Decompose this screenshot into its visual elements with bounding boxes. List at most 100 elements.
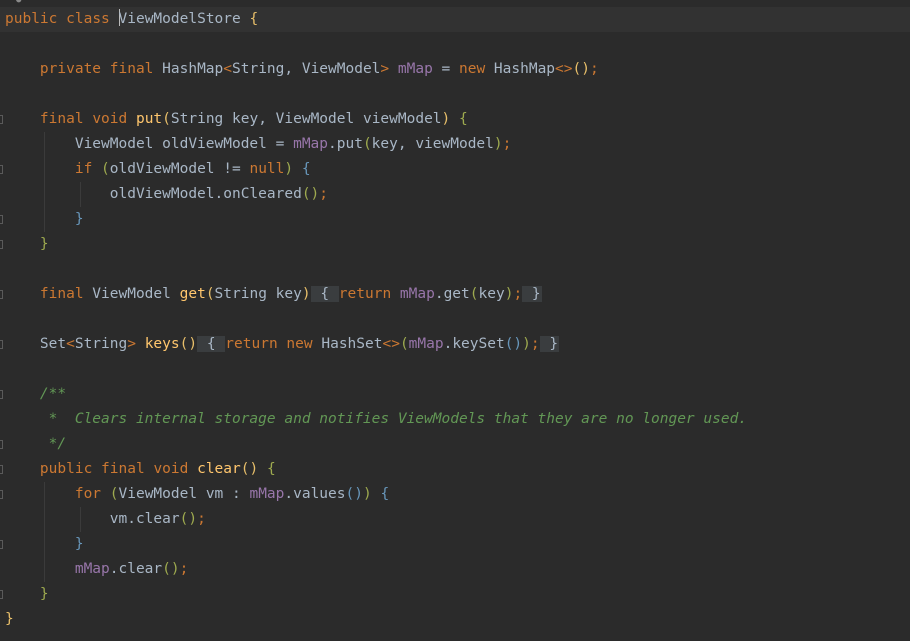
code-token: return [338, 286, 392, 302]
code-token: .clear [109, 561, 163, 577]
code-line[interactable]: final void put(String key, ViewModel vie… [5, 107, 468, 132]
fold-marker[interactable] [0, 490, 3, 499]
code-line[interactable]: ViewModel oldViewModel = mMap.put(key, v… [5, 132, 512, 157]
code-line[interactable]: Set<String> keys() { return new HashSet<… [5, 332, 560, 357]
code-line[interactable]: public final void clear() { [5, 457, 276, 482]
code-token: () [240, 461, 259, 477]
code-token: () [504, 336, 523, 352]
code-token: () [179, 511, 198, 527]
code-line[interactable]: } [5, 582, 49, 607]
code-token: < [223, 61, 232, 77]
code-token: final [109, 61, 154, 77]
code-token: clear [197, 461, 241, 477]
code-token: () [301, 186, 320, 202]
code-token: > [127, 336, 136, 352]
code-token: key [478, 286, 505, 302]
code-token: oldViewModel.onCleared [5, 186, 302, 202]
fold-marker[interactable] [0, 165, 3, 174]
folded-region[interactable]: { [197, 336, 226, 352]
code-token: Set [5, 336, 67, 352]
code-line[interactable]: for (ViewModel vm : mMap.values()) { [5, 482, 389, 507]
code-token: () [572, 61, 590, 77]
code-token: ; [589, 61, 599, 77]
code-line[interactable]: mMap.clear(); [5, 557, 189, 582]
code-token: ; [502, 136, 512, 152]
code-token: .values [284, 486, 346, 502]
code-token: ; [513, 286, 523, 302]
fold-marker[interactable] [0, 465, 3, 474]
lightbulb-icon[interactable]: ● [16, 0, 24, 5]
code-token: null [249, 161, 285, 177]
code-token: ; [530, 336, 540, 352]
code-token: { [266, 461, 276, 477]
code-token: String key [214, 286, 302, 302]
code-token: ) [301, 286, 311, 302]
code-token: { [249, 11, 259, 27]
code-token: key, viewModel [371, 136, 494, 152]
fold-marker[interactable] [0, 290, 3, 299]
code-token: () [162, 561, 180, 577]
code-token: ( [469, 286, 479, 302]
code-token: mMap [397, 61, 433, 77]
fold-marker[interactable] [0, 115, 3, 124]
code-token: mMap [249, 486, 285, 502]
code-token: mMap [293, 136, 329, 152]
code-token: HashMap [153, 61, 224, 77]
folded-region[interactable]: { [310, 286, 339, 302]
code-line[interactable]: public class ViewModelStore { [5, 7, 258, 32]
code-token: */ [39, 436, 67, 452]
fold-marker[interactable] [0, 440, 3, 449]
code-token: } [39, 586, 49, 602]
code-token: ViewModelStore [118, 11, 241, 27]
fold-marker[interactable] [0, 390, 3, 399]
fold-marker[interactable] [0, 540, 3, 549]
code-token: .get [434, 286, 470, 302]
code-token: ) [284, 161, 294, 177]
code-line[interactable]: */ [5, 432, 66, 457]
fold-marker[interactable] [0, 215, 3, 224]
code-token: String key, ViewModel viewModel [170, 111, 442, 127]
code-token: = [432, 61, 459, 77]
code-token: > [380, 61, 390, 77]
code-line[interactable]: } [5, 207, 84, 232]
folded-region[interactable]: } [539, 336, 560, 352]
code-line[interactable]: vm.clear(); [5, 507, 206, 532]
code-line[interactable]: if (oldViewModel != null) { [5, 157, 311, 182]
code-line[interactable]: } [5, 607, 14, 632]
code-line[interactable]: private final HashMap<String, ViewModel>… [5, 57, 599, 82]
code-token: oldViewModel != [109, 161, 250, 177]
code-line[interactable]: } [5, 532, 84, 557]
fold-marker[interactable] [0, 590, 3, 599]
code-token: private [39, 61, 102, 77]
code-line[interactable]: * Clears internal storage and notifies V… [5, 407, 747, 432]
code-token: HashMap [485, 61, 556, 77]
code-token: } [39, 236, 49, 252]
code-token: { [301, 161, 311, 177]
code-editor[interactable]: ● public class ViewModelStore { private … [0, 0, 910, 641]
folded-region[interactable]: } [522, 286, 542, 302]
code-token: } [5, 611, 14, 627]
fold-marker[interactable] [0, 340, 3, 349]
code-line[interactable]: oldViewModel.onCleared(); [5, 182, 328, 207]
code-line[interactable]: /** [5, 382, 66, 407]
code-line[interactable]: final ViewModel get(String key) { return… [5, 282, 542, 307]
code-token: return [225, 336, 278, 352]
code-line[interactable]: } [5, 232, 49, 257]
fold-marker[interactable] [0, 240, 3, 249]
